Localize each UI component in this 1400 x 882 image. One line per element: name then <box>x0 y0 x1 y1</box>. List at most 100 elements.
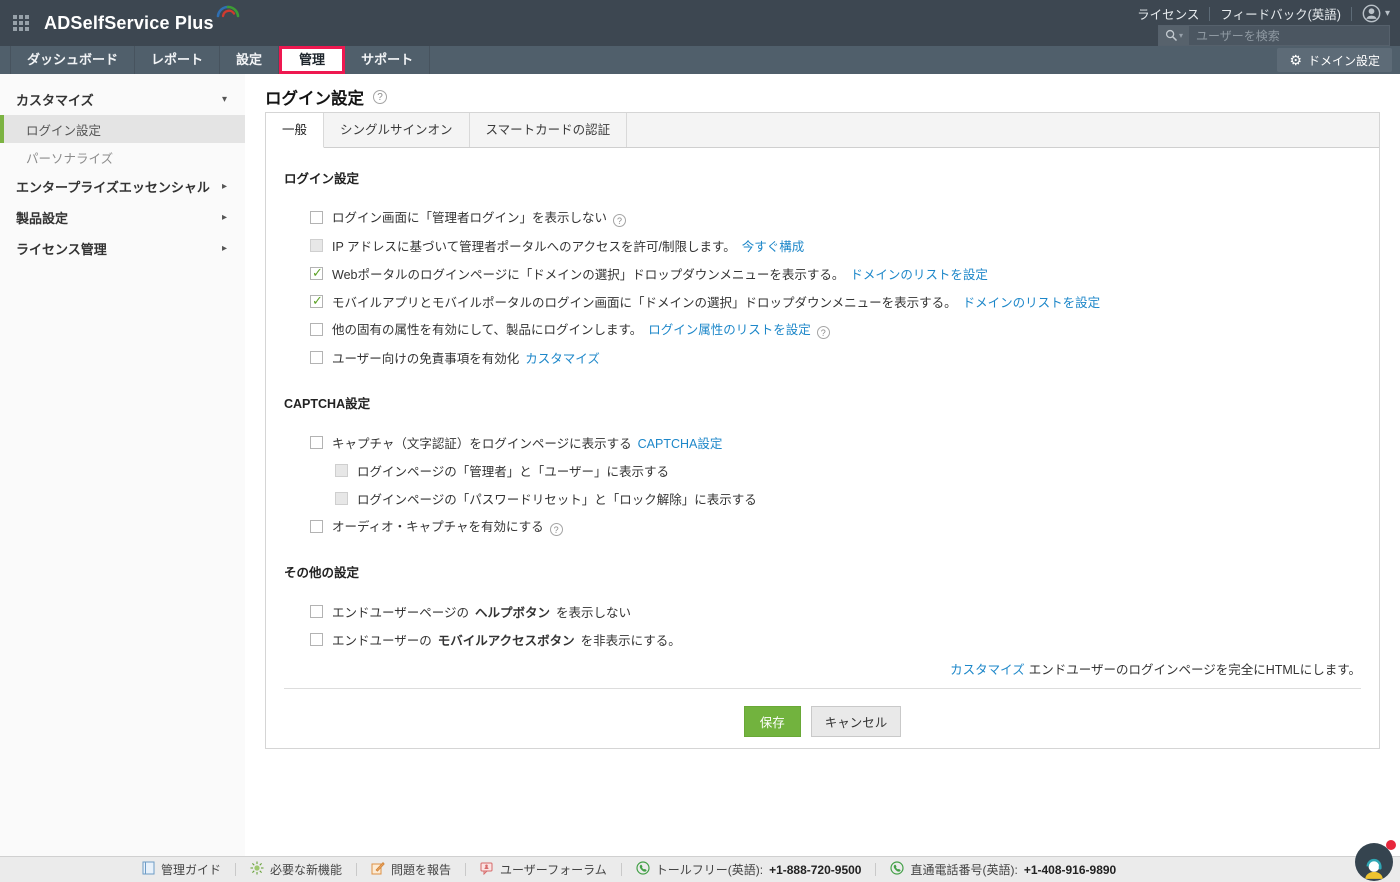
cancel-button[interactable]: キャンセル <box>810 706 902 737</box>
feedback-link[interactable]: フィードバック(英語) <box>1220 4 1341 23</box>
chevron-right-icon: ▸ <box>221 181 227 192</box>
label-text: 他の固有の属性を有効にして、製品にログインします。 <box>332 322 643 337</box>
inline-link[interactable]: ログイン属性のリストを設定 <box>648 323 811 337</box>
customize-link[interactable]: カスタマイズ <box>950 663 1025 677</box>
checkbox-row: IP アドレスに基づいて管理者ポータルへのアクセスを許可/制限します。 今すぐ構成 <box>310 231 1361 259</box>
user-menu[interactable]: ▾ <box>1362 4 1390 23</box>
footer-item[interactable]: 必要な新機能 <box>236 861 356 878</box>
phone-icon <box>636 861 650 878</box>
checkbox-label: ユーザー向けの免責事項を有効化 カスタマイズ <box>332 348 606 367</box>
report-issue-icon <box>371 861 385 878</box>
button-divider <box>284 688 1361 689</box>
label-text-bold: ヘルプボタン <box>475 605 551 620</box>
checkbox-row: キャプチャ（文字認証）をログインページに表示する CAPTCHA設定 <box>310 428 1361 456</box>
sidebar-item-personalize[interactable]: パーソナライズ <box>0 143 245 171</box>
gear-icon: ⚙ <box>1289 52 1302 68</box>
button-row: 保存 キャンセル <box>266 706 1379 737</box>
checkbox[interactable] <box>310 322 323 336</box>
guide-icon <box>142 861 155 878</box>
checkbox <box>335 491 348 505</box>
checkbox[interactable] <box>310 632 323 646</box>
sidebar-item-login-settings[interactable]: ログイン設定 <box>0 115 245 143</box>
customize-note-text: エンドユーザーのログインページを完全にHTMLにします。 <box>1028 663 1361 677</box>
footer-item-label: ユーザーフォーラム <box>500 863 607 877</box>
user-forum-icon <box>480 861 494 878</box>
checkbox[interactable] <box>310 350 323 364</box>
footer-item-label: トールフリー(英語): <box>655 863 764 877</box>
inline-link[interactable]: 今すぐ構成 <box>742 240 805 254</box>
footer-item[interactable]: 管理ガイド <box>128 861 235 878</box>
footer-item[interactable]: トールフリー(英語): +1-888-720-9500 <box>622 861 876 878</box>
nav-tab-dashboard[interactable]: ダッシュボード <box>10 46 136 74</box>
checkbox <box>335 463 348 477</box>
label-text-bold: モバイルアクセスボタン <box>437 633 575 648</box>
nav-tabs: ダッシュボード レポート 設定 管理 サポート <box>10 46 431 74</box>
inline-link[interactable]: ドメインのリストを設定 <box>963 296 1101 310</box>
sidebar-item-enterprise-essentials[interactable]: エンタープライズエッセンシャル ▸ <box>0 171 245 202</box>
domain-settings-button[interactable]: ⚙ ドメイン設定 <box>1277 48 1392 72</box>
tab-smartcard-auth[interactable]: スマートカードの認証 <box>470 113 628 147</box>
help-icon[interactable]: ? <box>549 523 563 537</box>
footer-item[interactable]: 直通電話番号(英語): +1-408-916-9890 <box>876 861 1130 878</box>
license-link[interactable]: ライセンス <box>1137 4 1199 23</box>
checkbox-label: 他の固有の属性を有効にして、製品にログインします。 ログイン属性のリストを設定? <box>332 319 836 340</box>
nav-tab-reports[interactable]: レポート <box>135 46 221 74</box>
checkbox-label: モバイルアプリとモバイルポータルのログイン画面に「ドメインの選択」ドロップダウン… <box>332 292 1106 311</box>
help-icon[interactable]: ? <box>816 326 830 340</box>
save-button[interactable]: 保存 <box>743 706 801 737</box>
app-footer: 管理ガイド 必要な新機能 問題を報告 ユーザーフォーラム トールフリー(英語): +1-8… <box>0 856 1400 882</box>
inline-link[interactable]: CAPTCHA設定 <box>638 437 723 451</box>
tab-general[interactable]: 一般 <box>266 113 325 148</box>
section-title: CAPTCHA設定 <box>284 397 371 411</box>
sidebar-item-product-settings[interactable]: 製品設定 ▸ <box>0 202 245 233</box>
checkbox-label: オーディオ・キャプチャを有効にする? <box>332 516 569 537</box>
section-title: その他の設定 <box>284 566 360 580</box>
body-row: カスタマイズ ▾ ログイン設定 パーソナライズエンタープライズエッセンシャル ▸ 製品設定… <box>0 74 1400 856</box>
nav-tab-configuration[interactable]: 設定 <box>220 46 280 74</box>
label-text: IP アドレスに基づいて管理者ポータルへのアクセスを許可/制限します。 <box>332 239 736 254</box>
checkbox-label: ログインページの「パスワードリセット」と「ロック解除」に表示する <box>357 489 763 508</box>
checkbox-row: ログインページの「管理者」と「ユーザー」に表示する <box>335 456 1361 484</box>
label-text: を表示しない <box>556 605 632 620</box>
sidebar-item-label: エンタープライズエッセンシャル <box>16 180 210 195</box>
checkbox[interactable] <box>310 435 323 449</box>
checkbox[interactable] <box>310 265 323 281</box>
help-icon[interactable]: ? <box>613 214 627 228</box>
checkbox[interactable] <box>310 604 323 618</box>
checkbox[interactable] <box>310 210 323 224</box>
settings-section: ログイン設定 ログイン画面に「管理者ログイン」を表示しない? IP アドレスに基づい… <box>284 168 1361 371</box>
inline-link[interactable]: ドメインのリストを設定 <box>850 268 988 282</box>
checkbox-label: IP アドレスに基づいて管理者ポータルへのアクセスを許可/制限します。 今すぐ構成 <box>332 236 810 255</box>
checkbox[interactable] <box>310 519 323 533</box>
label-text: ユーザー向けの免責事項を有効化 <box>332 351 520 366</box>
inline-link[interactable]: カスタマイズ <box>525 352 600 366</box>
app-root: ADSelfService Plus ライセンス フィードバック(英語) ▾ ▾… <box>0 0 1400 882</box>
main-navbar: ダッシュボード レポート 設定 管理 サポート ⚙ ドメイン設定 <box>0 46 1400 74</box>
label-text: エンドユーザーページの <box>332 605 470 620</box>
app-logo[interactable]: ADSelfService Plus <box>44 5 241 34</box>
footer-item-label: 管理ガイド <box>161 863 222 877</box>
label-text: を非表示にする。 <box>580 633 681 648</box>
sidebar-item-label: ライセンス管理 <box>16 242 107 257</box>
checkbox[interactable] <box>310 293 323 309</box>
search-input[interactable] <box>1189 28 1389 43</box>
sidebar-item-customize[interactable]: カスタマイズ ▾ <box>0 84 245 115</box>
nav-tab-admin[interactable]: 管理 <box>279 46 346 74</box>
search-icon[interactable]: ▾ <box>1159 26 1189 45</box>
settings-section: CAPTCHA設定 キャプチャ（文字認証）をログインページに表示する CAPTCHA… <box>284 393 1361 540</box>
nav-tab-support[interactable]: サポート <box>345 46 431 74</box>
footer-item[interactable]: ユーザーフォーラム <box>466 861 621 878</box>
footer-item[interactable]: 問題を報告 <box>357 861 465 878</box>
panel-body: ログイン設定 ログイン画面に「管理者ログイン」を表示しない? IP アドレスに基づい… <box>266 148 1379 653</box>
new-features-icon <box>250 861 264 878</box>
tab-single-sign-on[interactable]: シングルサインオン <box>324 113 470 147</box>
chevron-right-icon: ▸ <box>221 243 227 254</box>
checkbox-label: キャプチャ（文字認証）をログインページに表示する CAPTCHA設定 <box>332 433 728 452</box>
logo-swoosh-icon <box>216 5 239 18</box>
checkbox-label: Webポータルのログインページに「ドメインの選択」ドロップダウンメニューを表示す… <box>332 264 994 283</box>
sidebar-item-license-management[interactable]: ライセンス管理 ▸ <box>0 233 245 264</box>
app-launcher-icon[interactable] <box>13 15 29 31</box>
checkbox-label: ログインページの「管理者」と「ユーザー」に表示する <box>357 461 675 480</box>
page-title-help-icon[interactable]: ? <box>373 90 387 104</box>
checkbox-row: ログインページの「パスワードリセット」と「ロック解除」に表示する <box>335 484 1361 512</box>
